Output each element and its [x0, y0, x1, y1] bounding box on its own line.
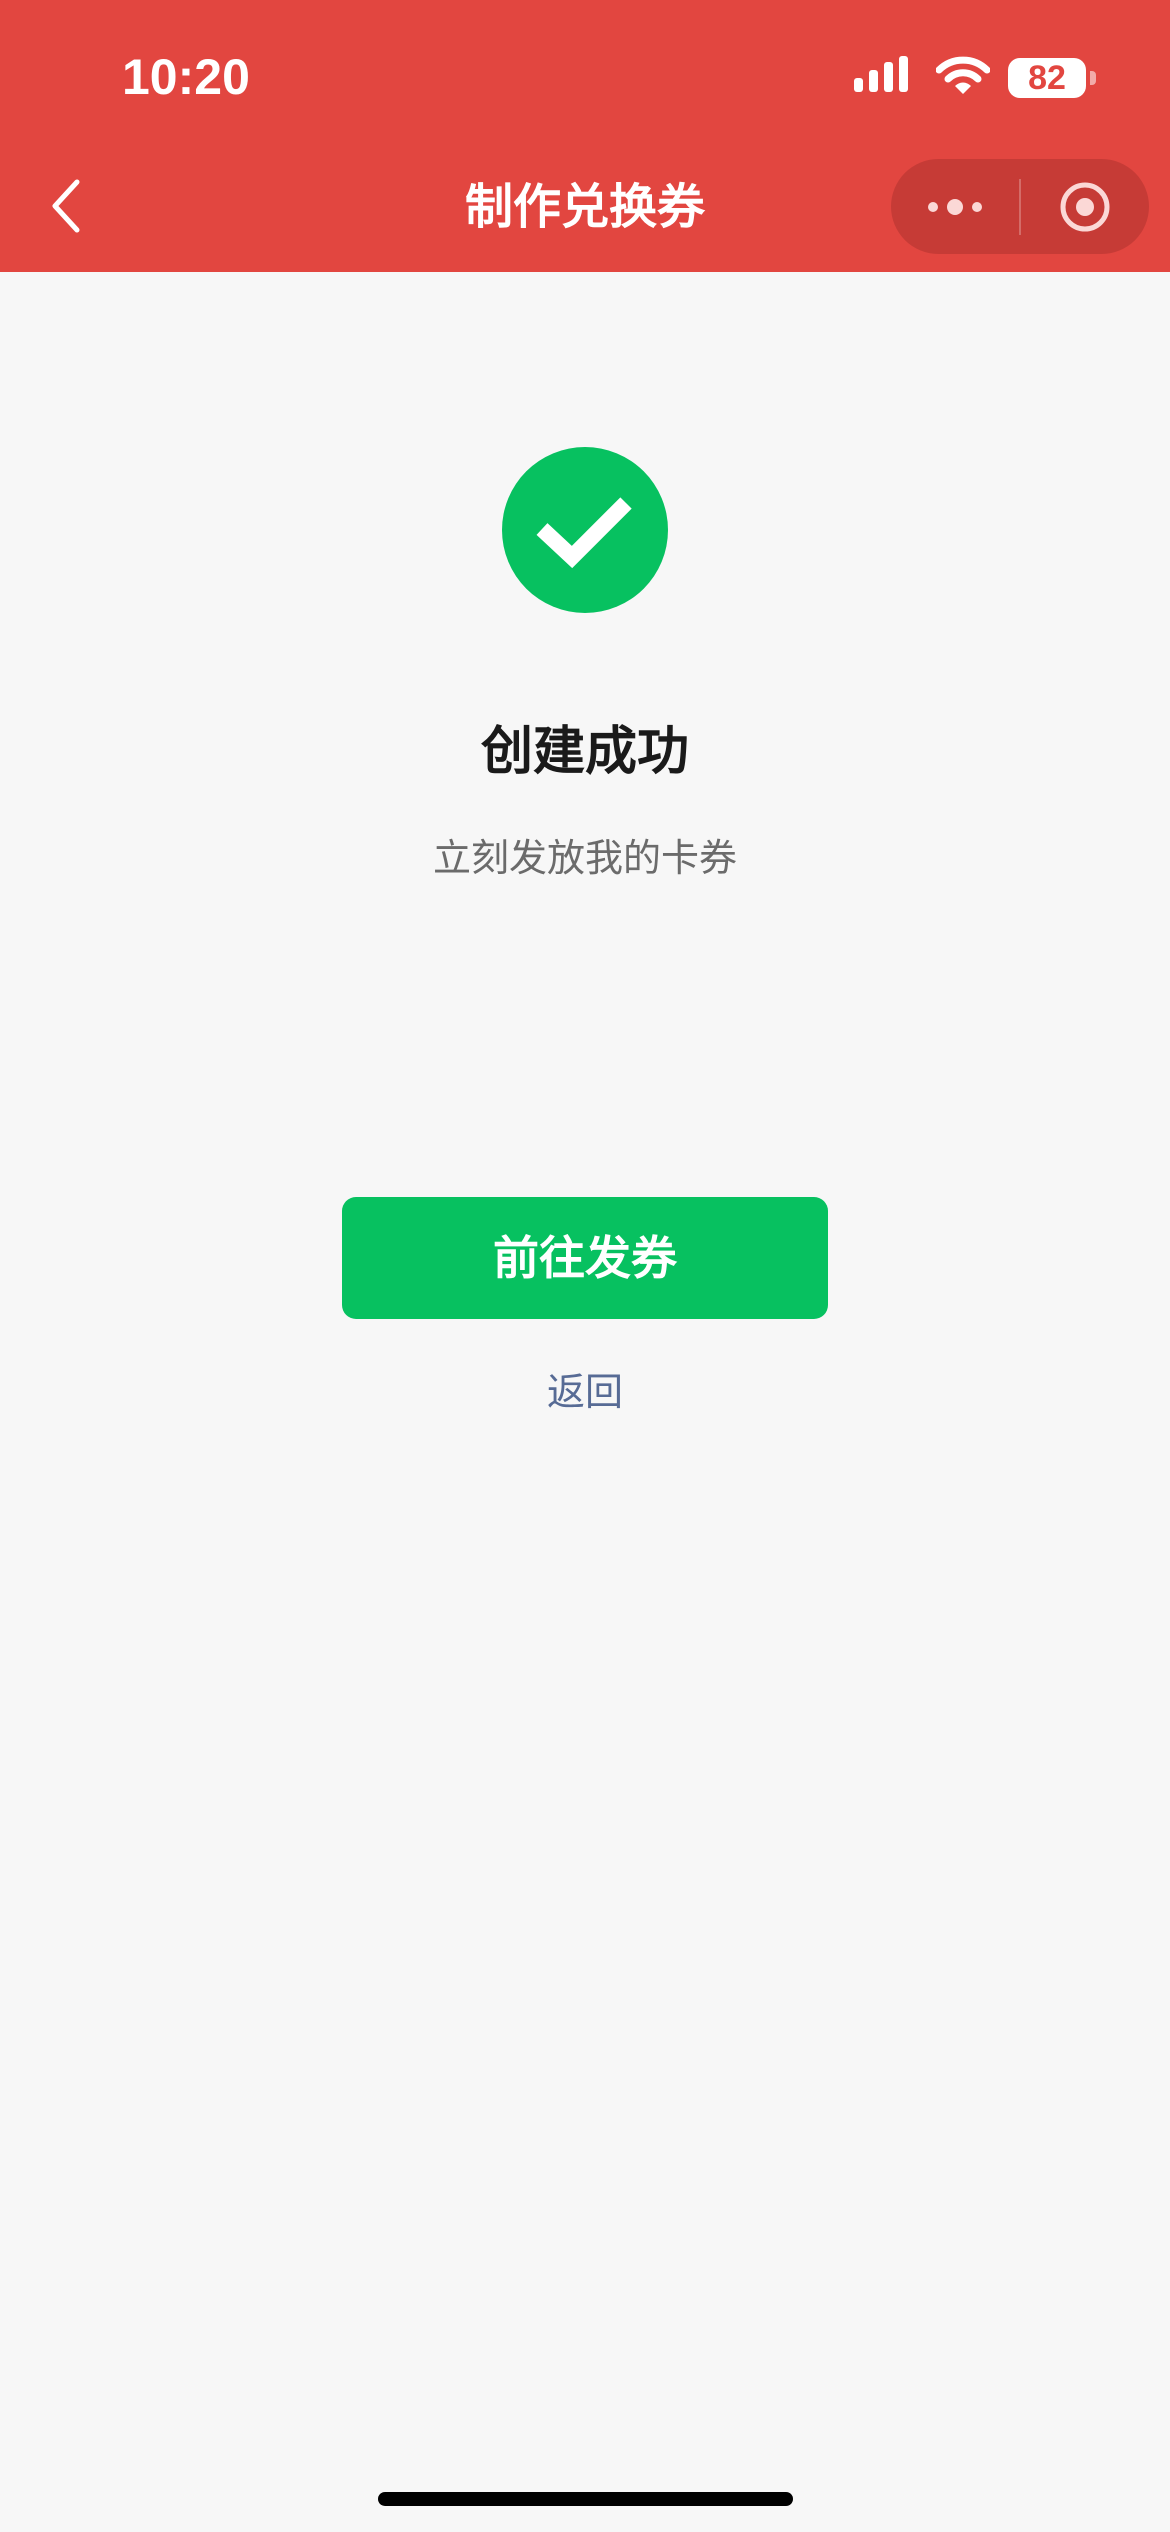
result-subtitle: 立刻发放我的卡券 — [432, 836, 737, 880]
wifi-icon — [935, 56, 991, 100]
battery-tip — [1090, 71, 1096, 85]
chevron-left-icon — [52, 179, 80, 233]
mini-program-capsule — [891, 159, 1149, 254]
nav-bar: 10:20 82 制作兑换券 — [0, 0, 1170, 272]
home-indicator — [378, 2492, 793, 2506]
result-title: 创建成功 — [480, 722, 689, 782]
status-time: 10:20 — [122, 49, 250, 105]
return-link[interactable]: 返回 — [485, 1362, 685, 1422]
cellular-signal-icon — [854, 56, 916, 100]
target-close-icon — [1060, 182, 1110, 231]
more-button[interactable] — [891, 159, 1019, 254]
battery-icon: 82 — [1008, 58, 1086, 98]
go-issue-coupon-button[interactable]: 前往发券 — [342, 1197, 828, 1319]
checkmark-circle-icon — [502, 447, 668, 613]
more-dots-icon — [928, 198, 982, 215]
close-button[interactable] — [1021, 159, 1149, 254]
page-title: 制作兑换券 — [464, 179, 705, 235]
status-icons: 82 — [854, 52, 1096, 104]
back-button[interactable] — [36, 166, 96, 246]
